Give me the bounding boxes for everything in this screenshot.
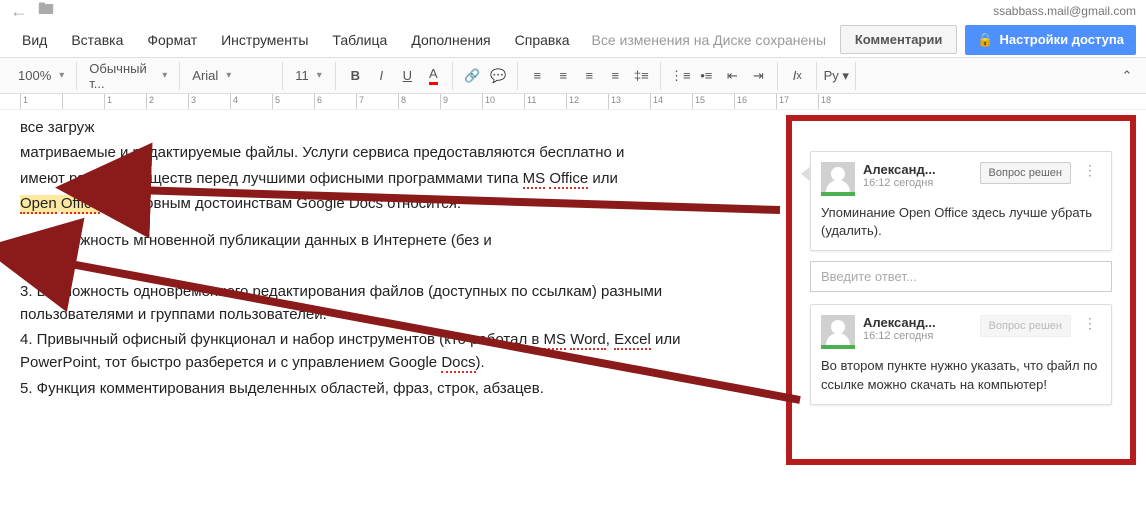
document-body[interactable]: все загруж матриваемые и редактируемые ф… — [0, 110, 770, 512]
doc-line: все загруж — [20, 116, 750, 139]
save-status: Все изменения на Диске сохранены — [592, 32, 827, 48]
workspace: все загруж матриваемые и редактируемые ф… — [0, 110, 1146, 512]
comment-text: Упоминание Open Office здесь лучше убрат… — [821, 204, 1101, 240]
comment-time: 16:12 сегодня — [863, 330, 972, 342]
menu-view[interactable]: Вид — [10, 26, 59, 54]
comments-highlight-box: Александ... 16:12 сегодня Вопрос решен ⋮… — [786, 115, 1136, 465]
align-center-button[interactable]: ≡ — [550, 63, 576, 89]
bold-button[interactable]: B — [342, 63, 368, 89]
align-left-button[interactable]: ≡ — [524, 63, 550, 89]
menu-tools[interactable]: Инструменты — [209, 26, 320, 54]
doc-line: имеют ряд преимуществ перед лучшими офис… — [20, 167, 750, 190]
avatar — [821, 315, 855, 349]
increase-indent-button[interactable]: ⇥ — [745, 63, 771, 89]
comment-card[interactable]: Александ... 16:12 сегодня Вопрос решен ⋮… — [810, 151, 1112, 251]
menu-help[interactable]: Справка — [503, 26, 582, 54]
italic-button[interactable]: I — [368, 63, 394, 89]
menu-addons[interactable]: Дополнения — [399, 26, 502, 54]
doc-list-item: 3. Возможность одновременного редактиров… — [20, 280, 750, 327]
line-spacing-button[interactable]: ‡≡ — [628, 63, 654, 89]
doc-line: матриваемые и редактируемые файлы. Услуг… — [20, 141, 750, 164]
user-email[interactable]: ssabbass.mail@gmail.com — [993, 4, 1136, 18]
horizontal-ruler[interactable]: 1 12 34 56 78 910 1112 1314 1516 1718 — [0, 94, 1146, 110]
input-tools-button[interactable]: Ру ▾ — [823, 63, 849, 89]
font-select[interactable]: Arial — [186, 63, 276, 89]
share-label: Настройки доступа — [1000, 32, 1124, 47]
share-button[interactable]: 🔒 Настройки доступа — [965, 25, 1136, 55]
insert-comment-button[interactable]: 💬 — [485, 63, 511, 89]
align-justify-button[interactable]: ≡ — [602, 63, 628, 89]
comment-text: Во втором пункте нужно указать, что файл… — [821, 357, 1101, 393]
text-color-button[interactable]: A — [420, 63, 446, 89]
doc-list-item: 1. Возможность мгновенной публикации дан… — [20, 229, 750, 252]
reply-input[interactable]: Введите ответ... — [810, 261, 1112, 292]
resolve-button[interactable]: Вопрос решен — [980, 162, 1071, 184]
more-options-icon[interactable]: ⋮ — [1079, 315, 1101, 332]
font-size-select[interactable]: 11 — [289, 63, 329, 89]
underline-button[interactable]: U — [394, 63, 420, 89]
folder-icon[interactable]: 🖿 — [38, 0, 54, 25]
back-arrow-icon[interactable]: ← — [10, 1, 28, 22]
resolve-button[interactable]: Вопрос решен — [980, 315, 1071, 337]
lock-icon: 🔒 — [977, 32, 993, 48]
doc-line: Open Office. К основным достоинствам Goo… — [20, 192, 750, 215]
doc-list-item: 5. Функция комментирования выделенных об… — [20, 377, 750, 400]
comments-button[interactable]: Комментарии — [840, 25, 958, 54]
zoom-select[interactable]: 100% — [12, 63, 70, 89]
insert-link-button[interactable]: 🔗 — [459, 63, 485, 89]
collapse-toolbar-button[interactable]: ⌃ — [1114, 63, 1140, 89]
comment-card[interactable]: Александ... 16:12 сегодня Вопрос решен ⋮… — [810, 304, 1112, 404]
menu-format[interactable]: Формат — [135, 26, 209, 54]
more-options-icon[interactable]: ⋮ — [1079, 162, 1101, 179]
paragraph-style-select[interactable]: Обычный т... — [83, 63, 173, 89]
align-right-button[interactable]: ≡ — [576, 63, 602, 89]
format-toolbar: 100% Обычный т... Arial 11 B I U A 🔗 💬 ≡… — [0, 58, 1146, 94]
comment-author: Александ... — [863, 315, 972, 330]
title-bar: ← 🖿 ssabbass.mail@gmail.com — [0, 0, 1146, 22]
doc-list-item: 4. Привычный офисный функционал и набор … — [20, 328, 750, 375]
menu-bar: Вид Вставка Формат Инструменты Таблица Д… — [0, 22, 1146, 58]
comment-author: Александ... — [863, 162, 972, 177]
menu-table[interactable]: Таблица — [320, 26, 399, 54]
menu-insert[interactable]: Вставка — [59, 26, 135, 54]
decrease-indent-button[interactable]: ⇤ — [719, 63, 745, 89]
clear-formatting-button[interactable]: Ix — [784, 63, 810, 89]
doc-list-item — [20, 254, 750, 277]
avatar — [821, 162, 855, 196]
bulleted-list-button[interactable]: •≡ — [693, 63, 719, 89]
numbered-list-button[interactable]: ⋮≡ — [667, 63, 693, 89]
comment-time: 16:12 сегодня — [863, 177, 972, 189]
